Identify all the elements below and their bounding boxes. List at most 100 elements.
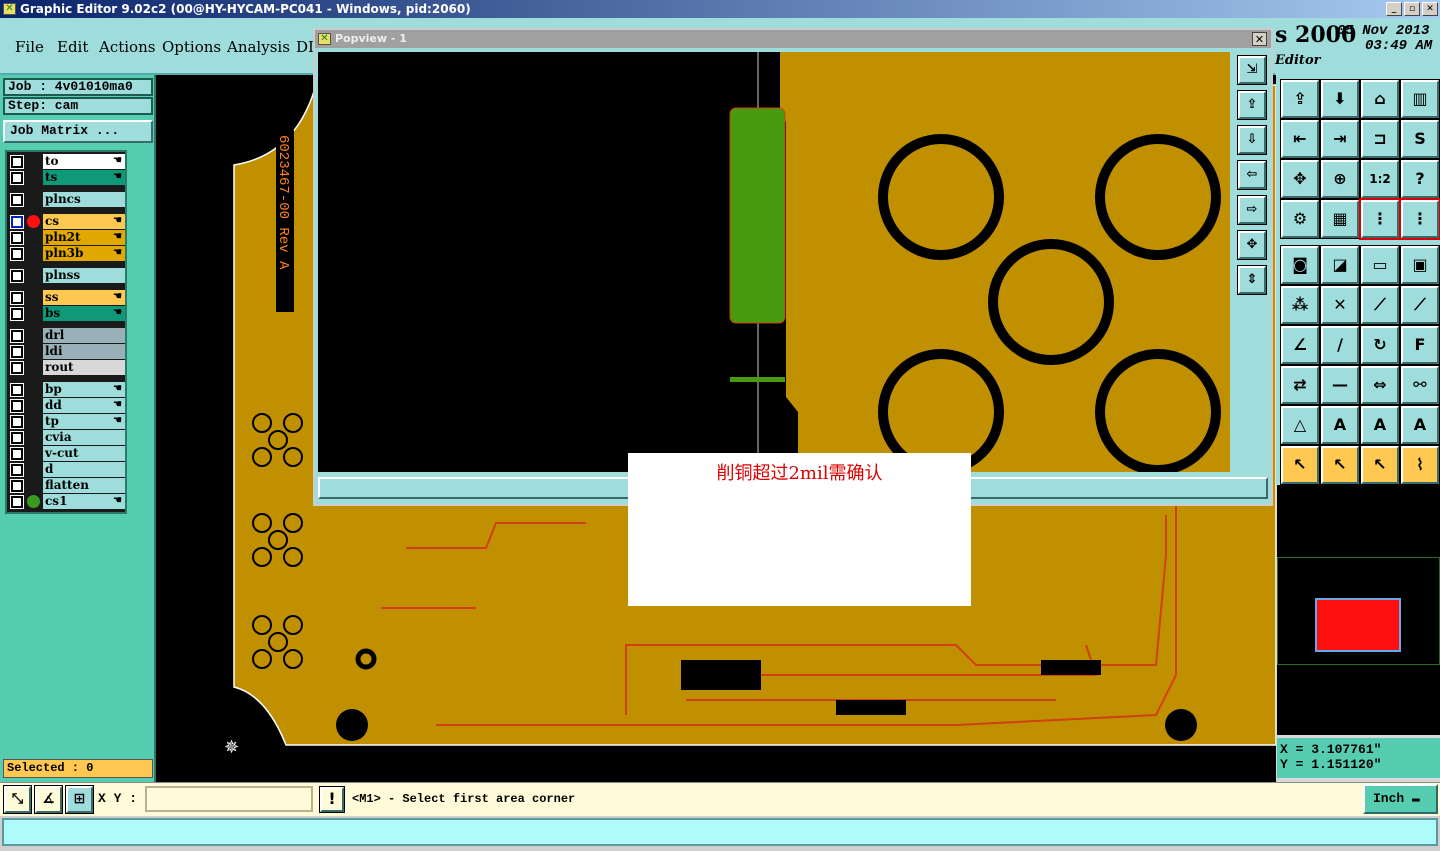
layer-row[interactable]: bp ☚ [7, 382, 129, 397]
layer-checkbox[interactable] [10, 345, 24, 359]
minimize-button[interactable]: _ [1386, 2, 1402, 16]
pointer-box-icon[interactable]: ↖ [1320, 445, 1360, 485]
layer-name[interactable]: bs ☚ [43, 306, 125, 321]
text-f-icon[interactable]: F [1400, 325, 1440, 365]
layer-row[interactable]: plnss [7, 268, 129, 283]
pointer-box2-icon[interactable]: ↖ [1360, 445, 1400, 485]
layer-checkbox[interactable] [10, 361, 24, 375]
layer-checkbox[interactable] [10, 447, 24, 461]
xy-input[interactable] [145, 786, 313, 812]
layer-name[interactable]: pln2t ☚ [43, 230, 125, 245]
line-icon[interactable]: — [1320, 365, 1360, 405]
menu-di[interactable]: DI [296, 38, 314, 56]
layer-name[interactable]: bp ☚ [43, 382, 125, 397]
menu-options[interactable]: Options [162, 38, 221, 56]
layer-name[interactable]: to ☚ [43, 154, 125, 169]
popview-close-button[interactable]: ✕ [1252, 32, 1267, 46]
layer-name[interactable]: ss ☚ [43, 290, 125, 305]
feature-icon[interactable]: ◙ [1280, 245, 1320, 285]
center-icon[interactable]: ⊕ [1320, 159, 1360, 199]
layer-name[interactable]: drl [43, 328, 125, 343]
grid-icon[interactable]: ▦ [1320, 199, 1360, 239]
layer-name[interactable]: plncs [43, 192, 125, 207]
layer-checkbox[interactable] [10, 307, 24, 321]
menu-actions[interactable]: Actions [99, 38, 155, 56]
layer-checkbox[interactable] [10, 399, 24, 413]
layer-row[interactable]: ss ☚ [7, 290, 129, 305]
zoom-out-icon[interactable]: ⇥ [1320, 119, 1360, 159]
layer-checkbox[interactable] [10, 383, 24, 397]
layer-name[interactable]: ldi [43, 344, 125, 359]
layer-row[interactable]: pln3b ☚ [7, 246, 129, 261]
layer-row[interactable]: cs1 ☚ [7, 494, 129, 509]
layer-checkbox[interactable] [10, 269, 24, 283]
menu-file[interactable]: File [15, 38, 44, 56]
layer-name[interactable]: rout [43, 360, 125, 375]
layer-row[interactable]: ldi [7, 344, 129, 359]
tri-d-icon[interactable]: A [1400, 405, 1440, 445]
grid-icon[interactable]: ⊞ [65, 785, 94, 814]
ratio-icon[interactable]: 1:2 [1360, 159, 1400, 199]
maximize-button[interactable]: ▫ [1404, 2, 1420, 16]
select-icon[interactable]: ⚯ [1400, 365, 1440, 405]
popview-tool-icon[interactable]: ⇨ [1237, 195, 1267, 225]
layer-row[interactable]: pln2t ☚ [7, 230, 129, 245]
popview-canvas[interactable] [318, 52, 1230, 472]
minimap[interactable] [1277, 485, 1440, 735]
pad-icon[interactable]: ▣ [1400, 245, 1440, 285]
layer-row[interactable]: cvia [7, 430, 129, 445]
layer-checkbox[interactable] [10, 231, 24, 245]
popview-tool-icon[interactable]: ⇩ [1237, 125, 1267, 155]
popview-tool-icon[interactable]: ⇲ [1237, 55, 1267, 85]
layer-row[interactable]: v-cut [7, 446, 129, 461]
layer-checkbox[interactable] [10, 329, 24, 343]
tri-a-icon[interactable]: △ [1280, 405, 1320, 445]
layer-name[interactable]: v-cut [43, 446, 125, 461]
menu-analysis[interactable]: Analysis [227, 38, 290, 56]
layer-checkbox[interactable] [10, 155, 24, 169]
layers-a-icon[interactable]: ⋮ [1359, 198, 1401, 240]
layer-checkbox[interactable] [10, 215, 24, 229]
layer-row[interactable]: to ☚ [7, 154, 129, 169]
popview-tool-icon[interactable]: ⇕ [1237, 265, 1267, 295]
layer-name[interactable]: cs ☚ [43, 214, 125, 229]
measure-icon[interactable]: ⚙ [1280, 199, 1320, 239]
mirror-icon[interactable]: ⊐ [1360, 119, 1400, 159]
resize-icon[interactable]: ⇔ [1360, 365, 1400, 405]
layer-checkbox[interactable] [10, 431, 24, 445]
slope-icon[interactable]: / [1320, 325, 1360, 365]
angle-icon[interactable]: ∡ [34, 785, 63, 814]
ruler-icon[interactable]: ▭ [1360, 245, 1400, 285]
layer-row[interactable]: drl [7, 328, 129, 343]
unit-selector[interactable]: Inch ▬ [1363, 784, 1438, 814]
export-icon[interactable]: ⬇ [1320, 79, 1360, 119]
move-icon[interactable]: ⇄ [1280, 365, 1320, 405]
layer-checkbox[interactable] [10, 495, 24, 509]
layer-checkbox[interactable] [10, 291, 24, 305]
layer-row[interactable]: bs ☚ [7, 306, 129, 321]
job-matrix-button[interactable]: Job Matrix ... [3, 120, 153, 143]
import-icon[interactable]: ⇪ [1280, 79, 1320, 119]
connect-icon[interactable]: ⁂ [1280, 285, 1320, 325]
help-icon[interactable]: ? [1400, 159, 1440, 199]
layer-checkbox[interactable] [10, 415, 24, 429]
cross-icon[interactable]: ✕ [1320, 285, 1360, 325]
pointer-icon[interactable]: ↖ [1280, 445, 1320, 485]
angle-icon[interactable]: ∠ [1280, 325, 1320, 365]
layer-name[interactable]: flatten [43, 478, 125, 493]
home-icon[interactable]: ⌂ [1360, 79, 1400, 119]
layer-name[interactable]: cvia [43, 430, 125, 445]
window-icon[interactable]: ▥ [1400, 79, 1440, 119]
layer-row[interactable]: dd ☚ [7, 398, 129, 413]
layer-name[interactable]: plnss [43, 268, 125, 283]
layer-row[interactable]: rout [7, 360, 129, 375]
popview-tool-icon[interactable]: ✥ [1237, 230, 1267, 260]
popview-tool-icon[interactable]: ⇦ [1237, 160, 1267, 190]
layer-name[interactable]: d [43, 462, 125, 477]
line-pad-icon[interactable]: ⟋ [1360, 285, 1400, 325]
zoom-in-icon[interactable]: ⇤ [1280, 119, 1320, 159]
layer-checkbox[interactable] [10, 247, 24, 261]
line-dot-icon[interactable]: ⟋ [1400, 285, 1440, 325]
layer-name[interactable]: dd ☚ [43, 398, 125, 413]
arc-icon[interactable]: ↻ [1360, 325, 1400, 365]
